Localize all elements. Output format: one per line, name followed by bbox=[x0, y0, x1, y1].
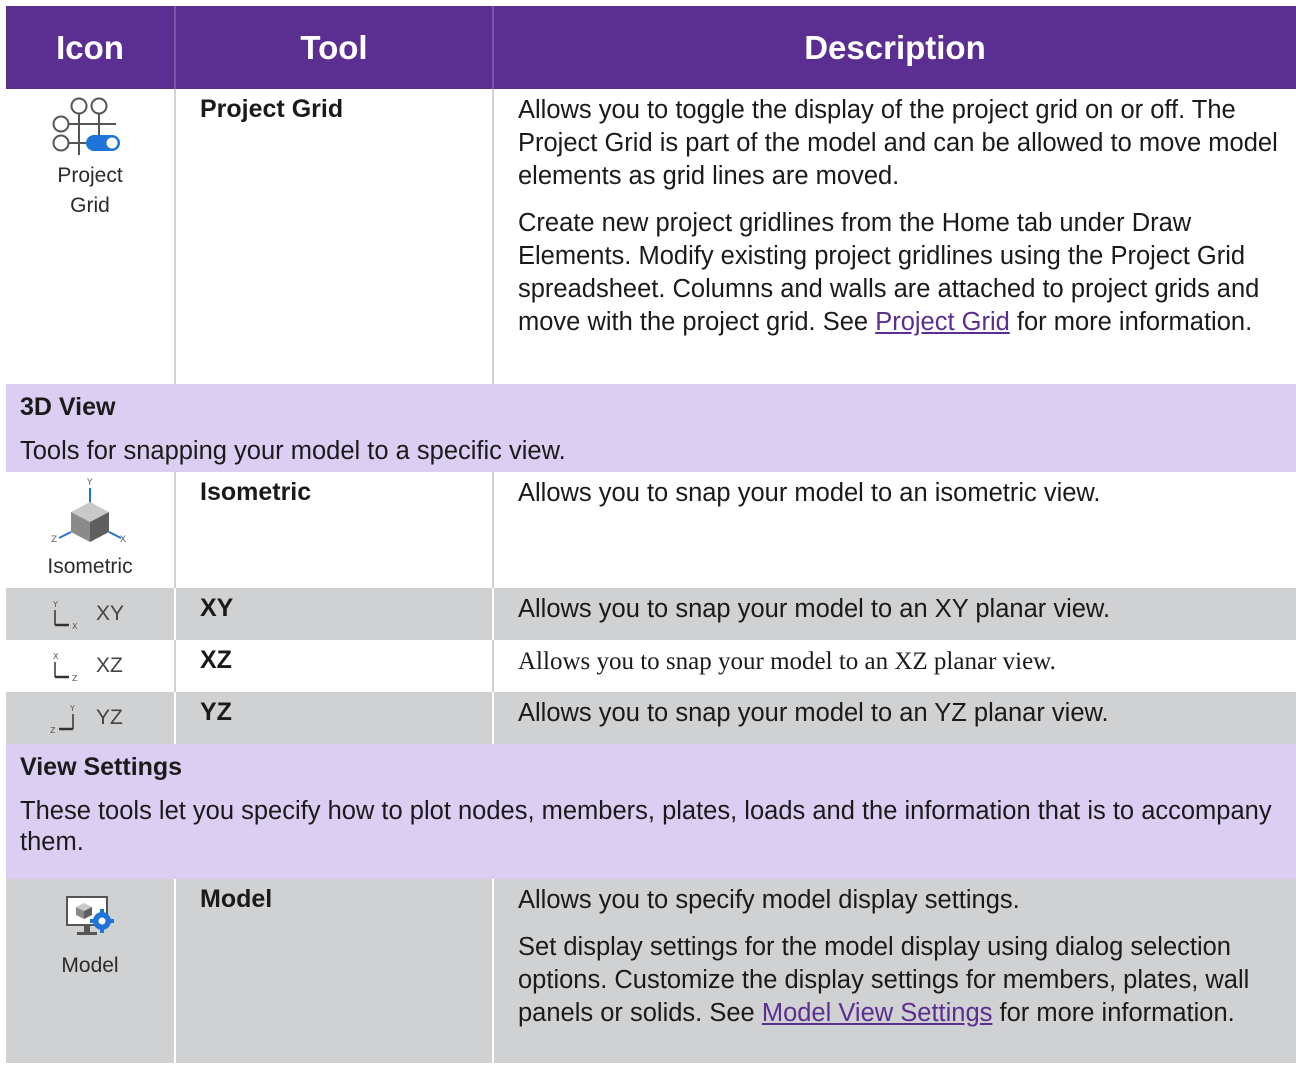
icon-cell: Model bbox=[6, 879, 176, 1063]
tool-description: Allows you to snap your model to an YZ p… bbox=[518, 699, 1109, 727]
icon-label: Model bbox=[61, 954, 119, 977]
icon-label: Isometric bbox=[47, 555, 133, 578]
table-row-project-grid: Project Grid Project Grid Allows you to … bbox=[6, 89, 1296, 384]
table-row-xz: X Z XZ XZ Allows you to snap your model … bbox=[6, 640, 1296, 692]
svg-text:Z: Z bbox=[51, 535, 57, 545]
tool-name: Project Grid bbox=[176, 89, 494, 384]
header-tool: Tool bbox=[176, 6, 494, 89]
svg-text:Z: Z bbox=[50, 726, 56, 735]
icon-label: YZ bbox=[96, 706, 123, 729]
section-title: 3D View bbox=[20, 393, 116, 421]
description-paragraph: Set display settings for the model displ… bbox=[518, 931, 1280, 1030]
table-header: Icon Tool Description bbox=[6, 6, 1296, 89]
svg-text:Z: Z bbox=[72, 674, 78, 683]
description-paragraph: Allows you to toggle the display of the … bbox=[518, 96, 1278, 190]
section-view-settings: View Settings These tools let you specif… bbox=[6, 744, 1296, 879]
tool-name: YZ bbox=[176, 692, 494, 744]
header-description: Description bbox=[804, 28, 986, 66]
icon-label: XZ bbox=[96, 654, 123, 677]
icon-label: Project bbox=[57, 164, 123, 187]
table-row-yz: Y Z YZ YZ Allows you to snap your model … bbox=[6, 692, 1296, 744]
model-settings-icon[interactable] bbox=[62, 893, 118, 945]
section-3d-view: 3D View Tools for snapping your model to… bbox=[6, 384, 1296, 472]
tool-description: Allows you to snap your model to an isom… bbox=[518, 479, 1101, 507]
tool-table: Icon Tool Description Project Grid Proje… bbox=[6, 6, 1296, 1063]
yz-axis-icon[interactable]: Y Z bbox=[48, 701, 82, 735]
description-text: for more information. bbox=[999, 999, 1235, 1027]
icon-cell: Y X XY bbox=[6, 588, 176, 640]
tool-description: Allows you to specify model display sett… bbox=[494, 879, 1296, 1063]
icon-label: XY bbox=[96, 602, 125, 625]
xy-axis-icon[interactable]: Y X bbox=[48, 597, 82, 631]
icon-cell: X Z XZ bbox=[6, 640, 176, 692]
table-row-model: Model Model Allows you to specify model … bbox=[6, 879, 1296, 1063]
tool-name: XY bbox=[176, 588, 494, 640]
table-row-xy: Y X XY XY Allows you to snap your model … bbox=[6, 588, 1296, 640]
section-title: View Settings bbox=[20, 753, 183, 781]
project-grid-link[interactable]: Project Grid bbox=[875, 308, 1010, 336]
icon-label: Grid bbox=[70, 194, 110, 217]
section-description: Tools for snapping your model to a speci… bbox=[20, 437, 566, 465]
svg-text:Y: Y bbox=[69, 704, 75, 713]
tool-description: Allows you to toggle the display of the … bbox=[494, 89, 1296, 384]
svg-text:X: X bbox=[120, 535, 126, 545]
tool-name: Isometric bbox=[176, 472, 494, 588]
tool-name: XZ bbox=[176, 640, 494, 692]
description-text: for more information. bbox=[1016, 308, 1253, 336]
model-view-settings-link[interactable]: Model View Settings bbox=[762, 999, 993, 1027]
description-paragraph: Create new project gridlines from the Ho… bbox=[518, 207, 1280, 339]
tool-name: Model bbox=[176, 879, 494, 1063]
icon-cell: Y Z YZ bbox=[6, 692, 176, 744]
tool-description: Allows you to snap your model to an XZ p… bbox=[518, 648, 1056, 675]
section-description: These tools let you specify how to plot … bbox=[20, 797, 1272, 856]
svg-text:X: X bbox=[72, 622, 78, 631]
description-paragraph: Allows you to specify model display sett… bbox=[518, 886, 1020, 914]
tool-description: Allows you to snap your model to an XY p… bbox=[518, 595, 1111, 623]
svg-text:Y: Y bbox=[52, 600, 58, 609]
isometric-cube-icon[interactable]: Y Z X bbox=[45, 476, 135, 552]
header-icon: Icon bbox=[6, 6, 176, 89]
icon-cell: Y Z X Isometric bbox=[6, 472, 176, 588]
svg-text:X: X bbox=[53, 652, 59, 661]
project-grid-icon[interactable] bbox=[50, 95, 130, 161]
table-row-isometric: Y Z X Isometric Isometric Allows you to … bbox=[6, 472, 1296, 588]
svg-text:Y: Y bbox=[86, 478, 93, 488]
xz-axis-icon[interactable]: X Z bbox=[48, 649, 82, 683]
icon-cell: Project Grid bbox=[6, 89, 176, 384]
